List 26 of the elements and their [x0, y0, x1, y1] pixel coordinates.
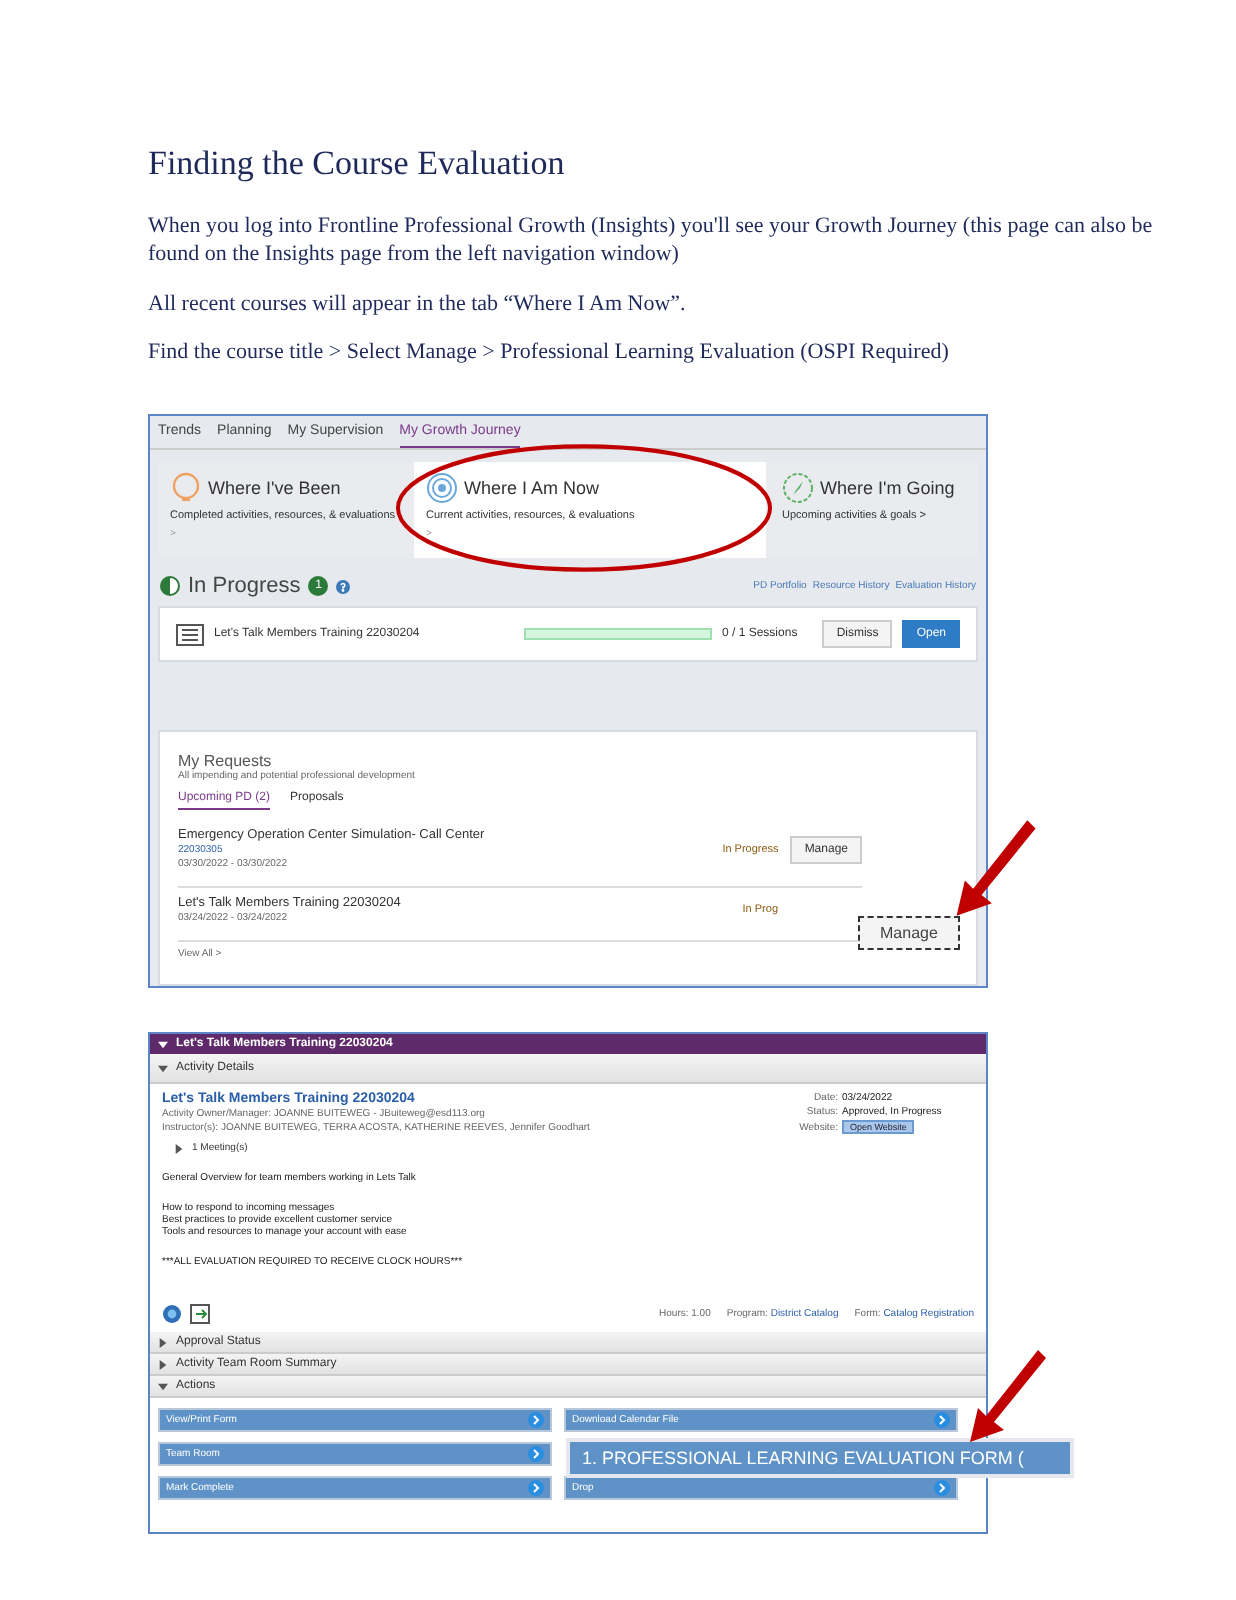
export-icon[interactable] — [190, 1304, 210, 1325]
arrow-circle-icon — [528, 1412, 544, 1429]
caret-icon — [158, 1063, 168, 1074]
document-paragraph: All recent courses will appear in the tab “Where I Am Now”. — [148, 289, 688, 318]
compass-icon — [782, 472, 814, 505]
step-title: Where I've Been — [208, 478, 341, 499]
list-icon — [176, 623, 204, 646]
target-icon — [426, 472, 458, 505]
requests-title: My Requests — [178, 752, 274, 771]
section-title: In Progress — [188, 574, 301, 599]
caret-icon — [174, 1143, 184, 1154]
arrow-circle-icon — [528, 1446, 544, 1463]
globe-icon[interactable] — [162, 1304, 182, 1325]
document-paragraph: Find the course title > Select Manage > Professional Learning Evaluation (OSPI Required) — [148, 337, 951, 367]
arrow-circle-icon — [528, 1480, 544, 1497]
lightbulb-icon — [170, 472, 202, 505]
half-circle-icon — [160, 576, 180, 597]
help-icon[interactable] — [336, 579, 351, 594]
arrow-circle-icon — [934, 1480, 950, 1497]
manage-button[interactable]: Manage — [858, 916, 960, 951]
caret-icon — [158, 1039, 168, 1050]
step-title: Where I Am Now — [464, 478, 600, 499]
document-paragraph: When you log into Frontline Professional Growth (Insights) you'll see your Growth Journey (this page can also be found on the Insights page from the left navigation window) — [148, 212, 1155, 270]
step-title: Where I'm Going — [820, 478, 955, 499]
document-title: Finding the Course Evaluation — [148, 144, 567, 184]
arrow-circle-icon — [934, 1412, 950, 1429]
